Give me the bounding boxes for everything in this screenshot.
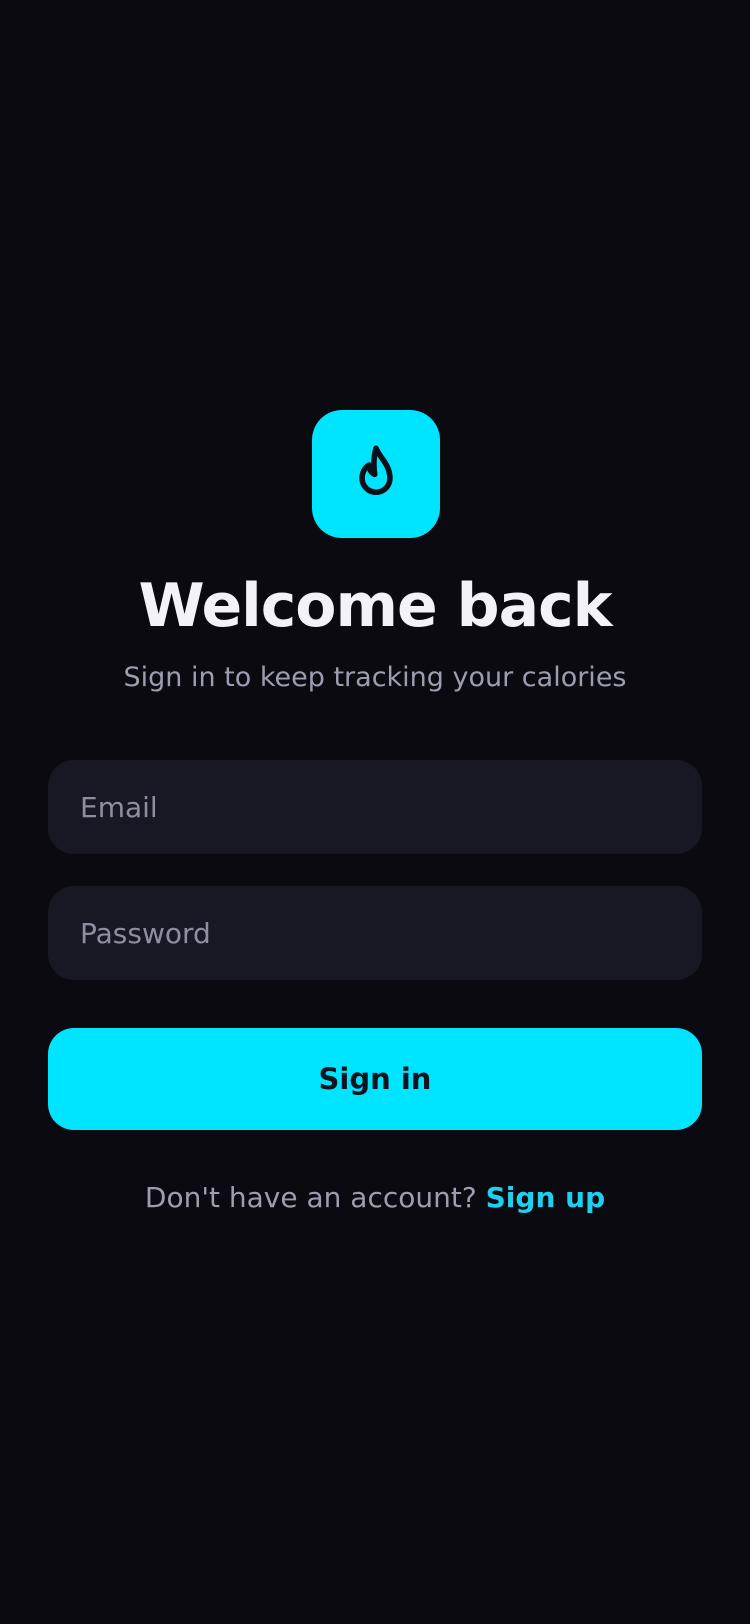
sign-up-prompt-text: Don't have an account? <box>144 1181 477 1214</box>
password-field[interactable] <box>48 886 702 980</box>
page-title: Welcome back <box>138 571 612 641</box>
page-subtitle: Sign in to keep tracking your calories <box>123 662 627 693</box>
app-logo <box>312 410 440 538</box>
sign-in-button[interactable]: Sign in <box>48 1028 702 1130</box>
sign-in-screen: Welcome back Sign in to keep tracking yo… <box>0 0 750 1624</box>
sign-up-prompt: Don't have an account? Sign up <box>0 1178 750 1218</box>
sign-up-link[interactable]: Sign up <box>486 1181 605 1214</box>
email-field[interactable] <box>48 760 702 854</box>
flame-icon <box>359 445 393 495</box>
